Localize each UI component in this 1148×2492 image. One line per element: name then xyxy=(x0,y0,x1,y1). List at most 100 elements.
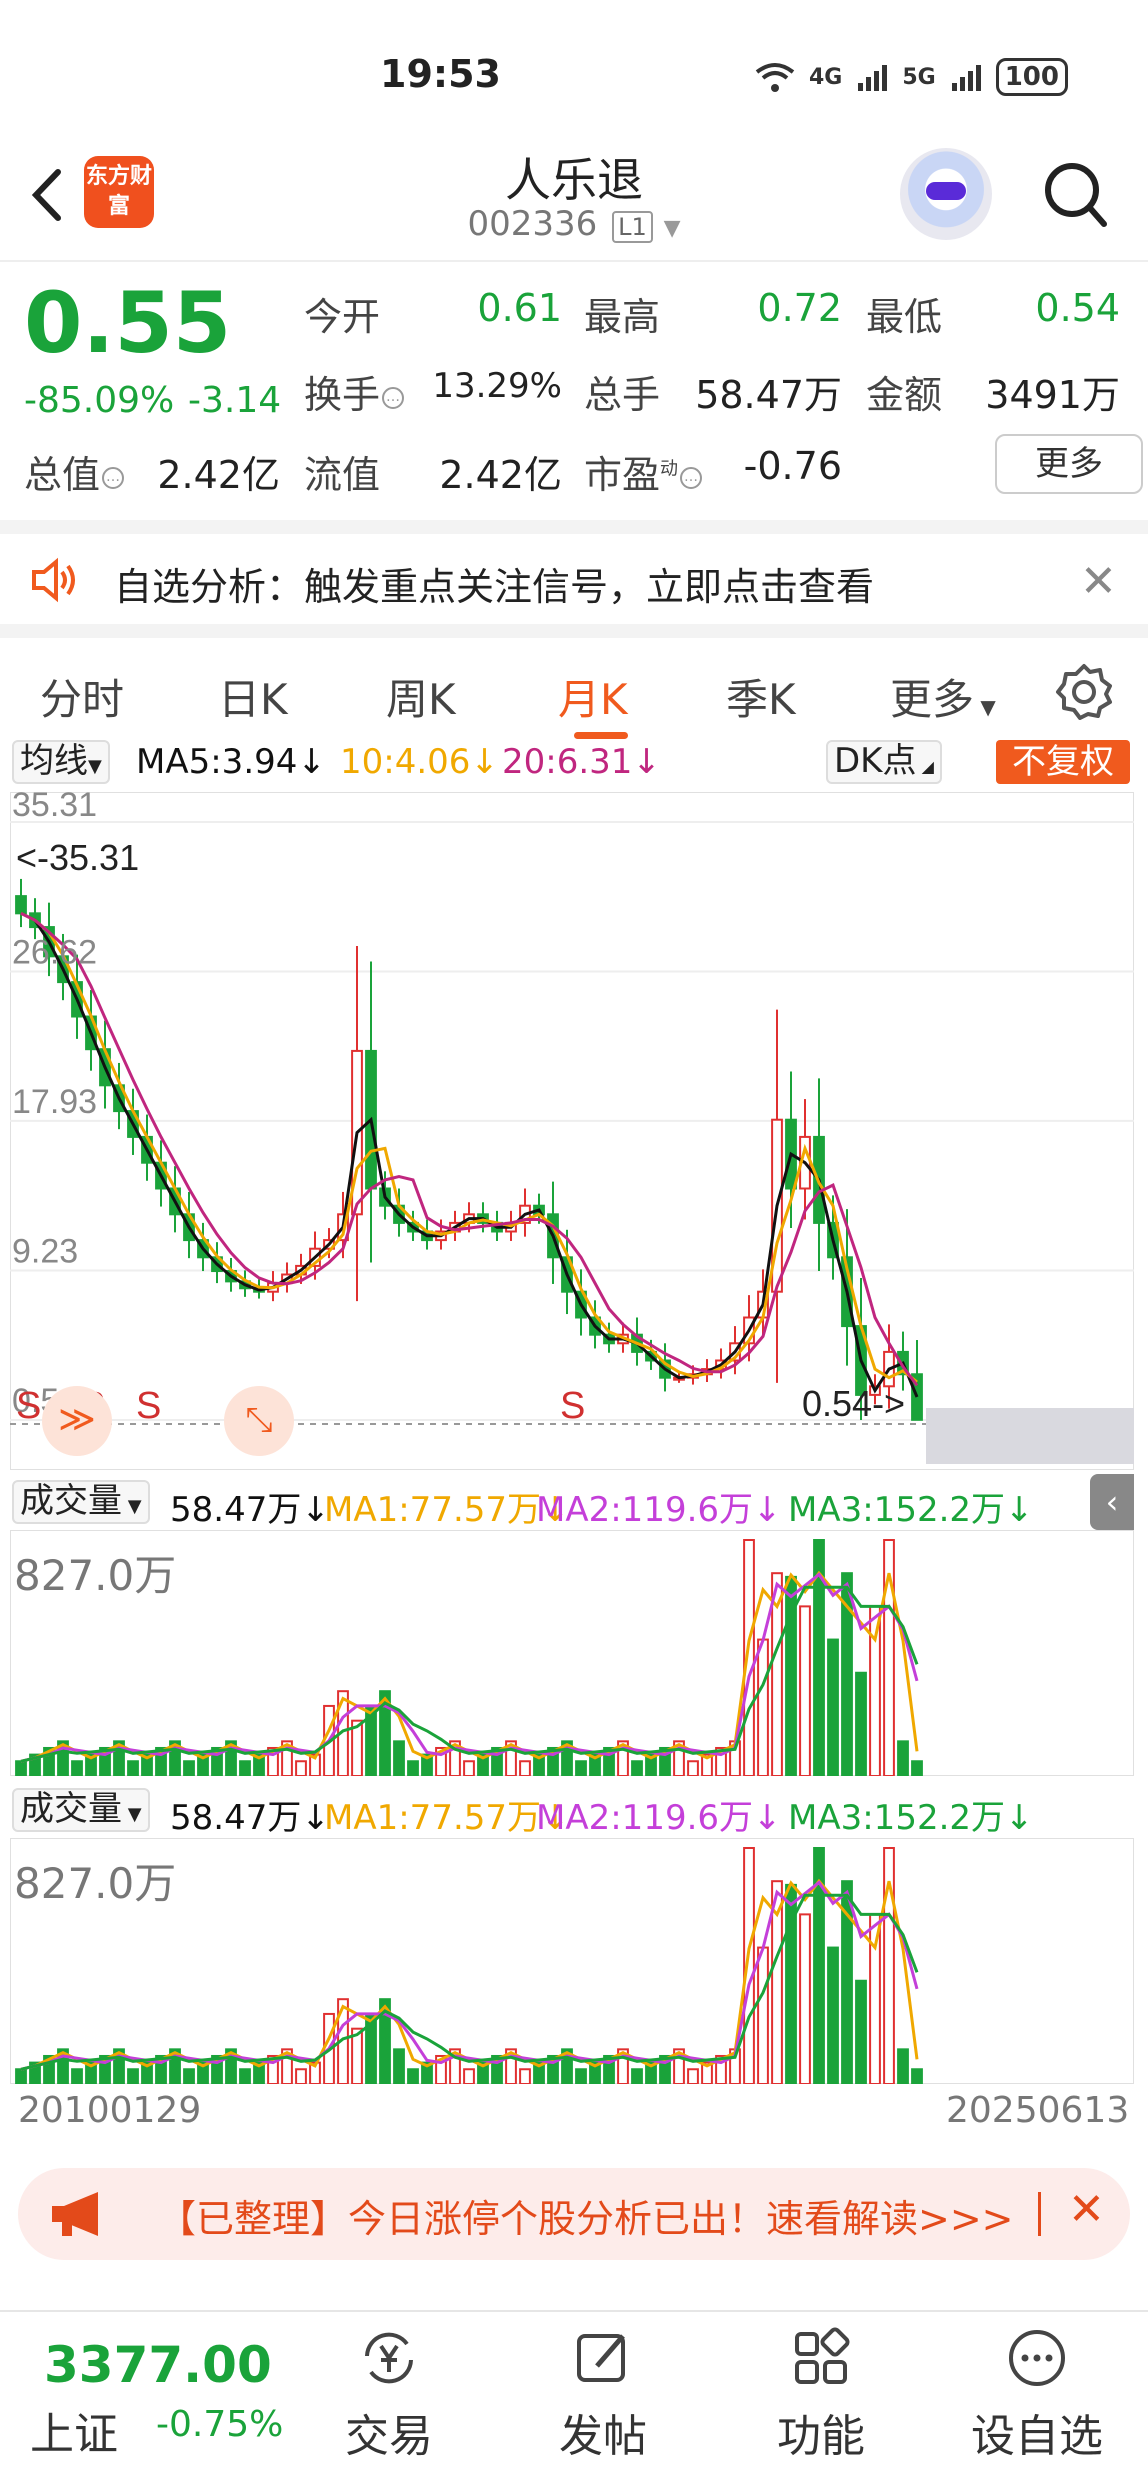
volume-bar xyxy=(463,1760,475,1776)
volume-bar xyxy=(295,1760,307,1776)
tab-monthly[interactable]: 月K xyxy=(558,666,628,727)
volume-selector[interactable]: 成交量 ▼ xyxy=(12,1480,150,1524)
volume-bar xyxy=(911,1760,923,1776)
nav-post[interactable]: 发帖 xyxy=(528,2326,678,2464)
volume-bar xyxy=(15,1760,27,1776)
tab-more[interactable]: 更多 ▼ xyxy=(890,666,996,727)
vol-ma1: MA1:77.57万↓ xyxy=(324,1490,570,1530)
adjustment-button[interactable]: 不复权 xyxy=(996,740,1130,784)
vol-ma1: MA1:77.57万↓ xyxy=(324,1798,570,1838)
nav-add-watchlist[interactable]: 设自选 xyxy=(962,2326,1112,2464)
volume-bar xyxy=(519,1760,531,1776)
volume-bar xyxy=(855,1671,867,1776)
gear-icon[interactable] xyxy=(1054,662,1114,722)
volume-bar xyxy=(393,1740,405,1776)
last-price: 0.55 xyxy=(24,274,232,372)
nav-trade[interactable]: 交易 xyxy=(314,2326,464,2464)
sell-signal-marker: S xyxy=(560,1385,585,1427)
volume-bar xyxy=(799,1605,811,1776)
fast-forward-button[interactable]: ≫ xyxy=(42,1386,112,1456)
alert-text[interactable]: 自选分析：触发重点关注信号，立即点击查看 xyxy=(114,556,874,611)
vol-ma3: MA3:152.2万↓ xyxy=(788,1490,1034,1530)
index-value[interactable]: 3377.00 xyxy=(44,2336,272,2394)
close-icon[interactable]: ✕ xyxy=(1068,2184,1105,2235)
signal-icon xyxy=(951,65,981,91)
y-tick-label: 26.62 xyxy=(12,933,97,971)
kline-chart[interactable]: 35.3126.6217.939.230.54<-35.310.54->SSSS xyxy=(10,792,1134,1470)
turnover-value: 13.29% xyxy=(432,366,562,406)
volume-chart[interactable] xyxy=(10,1838,1134,2084)
open-label: 今开 xyxy=(304,295,381,339)
info-icon[interactable]: … xyxy=(680,466,703,489)
expand-icon[interactable]: ⤡ xyxy=(224,1386,294,1456)
amount-label: 金额 xyxy=(866,373,943,417)
more-button[interactable]: 更多 xyxy=(995,434,1143,494)
volume-max-label: 827.0万 xyxy=(14,1551,177,1600)
volume-bar xyxy=(687,2068,699,2084)
volume-bar xyxy=(869,1913,881,2084)
volume-frame xyxy=(10,1838,1134,2084)
nav-functions[interactable]: 功能 xyxy=(746,2326,896,2464)
volume-bar xyxy=(799,1913,811,2084)
indicator-selector[interactable]: 均线▼ xyxy=(12,740,110,784)
volume-bar xyxy=(239,1760,251,1776)
volume-header: 成交量 ▼ 58.47万↓ MA1:77.57万↓ MA2:119.6万↓ MA… xyxy=(0,1474,1148,1530)
volume-bar xyxy=(855,1979,867,2084)
open-value: 0.61 xyxy=(477,286,562,330)
low-marker: 0.54-> xyxy=(802,1383,905,1424)
volume-bar xyxy=(519,2068,531,2084)
index-name[interactable]: 上证 xyxy=(30,2398,118,2462)
volume-selector[interactable]: 成交量 ▼ xyxy=(12,1788,150,1832)
x-axis-start: 20100129 xyxy=(18,2090,202,2131)
period-tabs: 分时 日K 周K 月K 季K 更多 ▼ xyxy=(0,624,1148,739)
clock: 19:53 xyxy=(380,52,501,96)
dk-point-button[interactable]: DK点 ◢ xyxy=(826,740,942,784)
index-percent[interactable]: -0.75% xyxy=(156,2404,283,2445)
amount-value: 3491万 xyxy=(985,373,1120,417)
volume-chart[interactable] xyxy=(10,1530,1134,1776)
high-value: 0.72 xyxy=(757,286,842,330)
info-icon[interactable]: … xyxy=(382,386,405,409)
low-label: 最低 xyxy=(866,295,943,339)
bottom-nav: 3377.00 上证 -0.75% 交易 发帖 功能 设自选 xyxy=(0,2310,1148,2492)
promo-text[interactable]: 【已整理】今日涨停个股分析已出！速看解读>>> xyxy=(158,2188,1014,2243)
speaker-icon xyxy=(32,557,75,603)
volume-bar xyxy=(71,1760,83,1776)
robot-assistant-icon[interactable] xyxy=(900,148,992,240)
volume-bar xyxy=(71,2068,83,2084)
ma-indicator-row: 均线▼ MA5:3.94↓ 10:4.06↓ 20:6.31↓ DK点 ◢ 不复… xyxy=(0,734,1148,788)
y-tick-label: 17.93 xyxy=(12,1083,97,1121)
low-marker-box xyxy=(926,1408,1134,1464)
volume-bar xyxy=(295,2068,307,2084)
promo-banner[interactable]: 【已整理】今日涨停个股分析已出！速看解读>>> ✕ xyxy=(18,2168,1130,2260)
network-label: 4G xyxy=(808,64,843,90)
tab-weekly[interactable]: 周K xyxy=(386,666,456,727)
volume-bar xyxy=(827,1638,839,1776)
volume-frame xyxy=(10,1530,1134,1776)
chevron-down-icon[interactable]: ▼ xyxy=(664,216,681,241)
volume-bar xyxy=(869,1605,881,1776)
stock-header: 东方财富 人乐退 002336 L1 ▼ xyxy=(0,140,1148,262)
y-tick-label: 9.23 xyxy=(12,1233,78,1271)
y-tick-label: 35.31 xyxy=(12,792,97,824)
close-icon[interactable]: ✕ xyxy=(1080,556,1117,607)
volume-bar xyxy=(827,1946,839,2084)
tab-quarterly[interactable]: 季K xyxy=(726,666,796,727)
float-label: 流值 xyxy=(304,453,381,497)
info-icon[interactable]: … xyxy=(102,466,125,489)
tab-intraday[interactable]: 分时 xyxy=(40,666,124,727)
tab-daily[interactable]: 日K xyxy=(218,666,288,727)
edit-icon xyxy=(577,2334,625,2382)
sell-signal-marker: S xyxy=(16,1385,41,1427)
volume-bar xyxy=(757,1638,769,1776)
alert-banner[interactable]: 自选分析：触发重点关注信号，立即点击查看 ✕ xyxy=(0,520,1148,620)
more-dots-icon xyxy=(1009,2330,1065,2386)
volume-bar xyxy=(631,2068,643,2084)
mktcap-label: 总值… xyxy=(24,444,125,499)
volume-bar xyxy=(407,2068,419,2084)
quote-panel: 0.55 -85.09% -3.14 今开 0.61 最高 0.72 最低 0.… xyxy=(0,264,1148,514)
search-icon[interactable] xyxy=(1040,154,1110,234)
pe-label: 市盈动… xyxy=(584,444,703,499)
float-value: 2.42亿 xyxy=(439,453,562,497)
volume-bar xyxy=(183,1760,195,1776)
